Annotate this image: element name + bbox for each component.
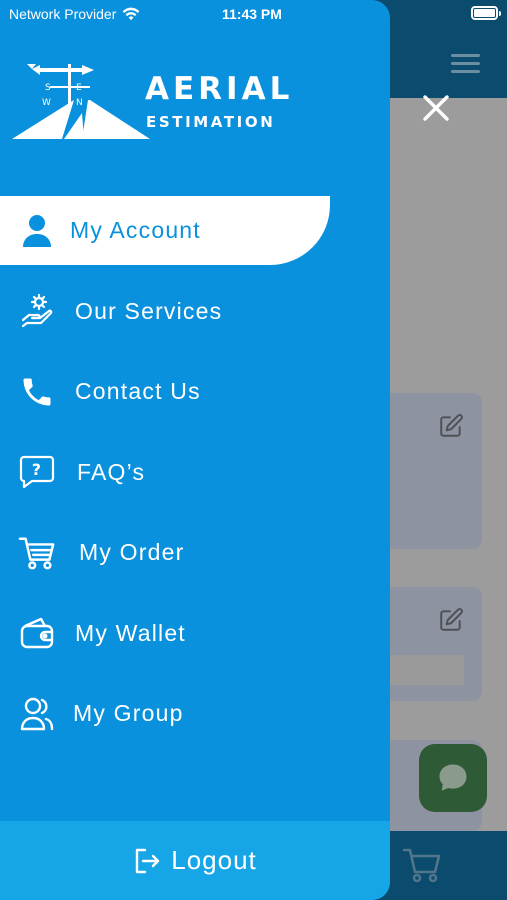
phone-icon: [18, 373, 56, 411]
close-icon[interactable]: [420, 92, 452, 124]
group-icon: [18, 695, 56, 733]
menu-item-label: My Group: [73, 700, 184, 726]
menu-item-my-order[interactable]: My Order: [0, 518, 390, 587]
logout-label: Logout: [171, 845, 257, 875]
drawer-menu: My Account Our Services Contact Us ? FAQ…: [0, 196, 390, 760]
user-icon: [18, 212, 56, 250]
brand-subtitle: ESTIMATION: [146, 113, 276, 131]
carrier-group: Network Provider: [9, 6, 140, 22]
cart-icon[interactable]: [402, 846, 442, 884]
navigation-drawer: S E W N AERIAL ESTIMATION My Account Our…: [0, 0, 390, 900]
logout-button[interactable]: Logout: [0, 821, 390, 900]
menu-item-label: My Wallet: [75, 619, 186, 646]
compass-n: N: [76, 98, 83, 108]
menu-item-faqs[interactable]: ? FAQ’s: [0, 438, 390, 507]
menu-item-label: FAQ’s: [77, 458, 146, 485]
chat-button[interactable]: [419, 744, 487, 812]
app-screen: Network Provider 11:43 PM S E W N AERIAL…: [0, 0, 507, 900]
chat-bubble-icon: [439, 764, 467, 791]
menu-item-my-account[interactable]: My Account: [0, 196, 330, 265]
edit-icon[interactable]: [438, 607, 464, 633]
cart-icon: [18, 534, 56, 572]
logout-icon: [133, 847, 161, 875]
menu-item-label: Our Services: [75, 297, 223, 324]
menu-item-my-group[interactable]: My Group: [0, 679, 390, 748]
wifi-icon: [122, 7, 140, 21]
status-bar: Network Provider 11:43 PM: [0, 0, 507, 28]
hamburger-icon[interactable]: [451, 54, 480, 74]
svg-text:?: ?: [32, 460, 42, 479]
wallet-icon: [18, 614, 56, 652]
compass-e: E: [76, 83, 82, 93]
menu-item-our-services[interactable]: Our Services: [0, 277, 390, 346]
menu-item-label: My Order: [79, 539, 185, 565]
edit-icon[interactable]: [438, 413, 464, 439]
hand-services-icon: [18, 292, 56, 330]
brand-title: AERIAL: [145, 71, 294, 107]
battery-full-icon: [471, 6, 501, 20]
menu-item-my-wallet[interactable]: My Wallet: [0, 599, 390, 668]
menu-item-label: My Account: [70, 217, 201, 243]
clock: 11:43 PM: [222, 6, 282, 22]
compass-w: W: [42, 98, 51, 108]
menu-item-label: Contact Us: [75, 378, 201, 404]
compass-s: S: [45, 83, 51, 93]
carrier-label: Network Provider: [9, 6, 117, 22]
question-bubble-icon: ?: [18, 453, 56, 491]
menu-item-contact-us[interactable]: Contact Us: [0, 357, 390, 426]
